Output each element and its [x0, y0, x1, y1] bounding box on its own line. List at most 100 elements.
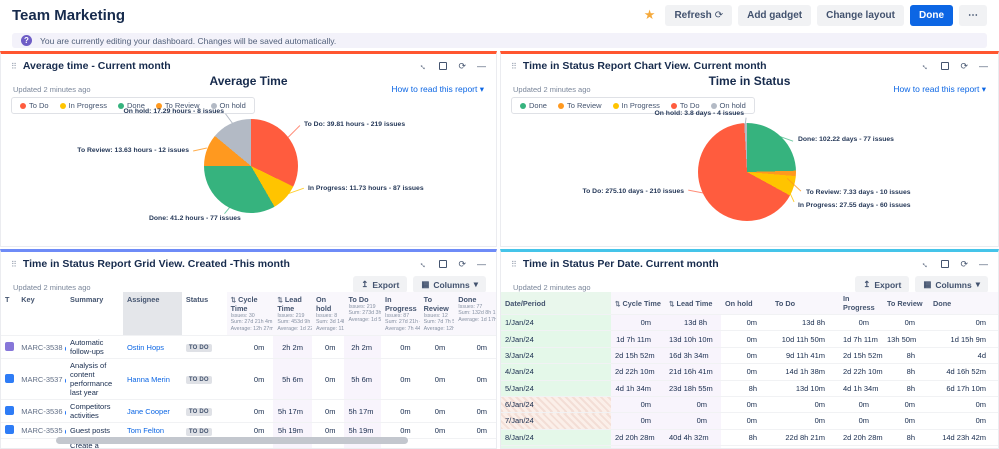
- trend-chart-icon[interactable]: [65, 407, 67, 415]
- legend-item[interactable]: Done: [520, 101, 547, 110]
- col-on-hold[interactable]: On hold: [721, 292, 771, 315]
- col-in-progress[interactable]: In Progress: [839, 292, 883, 315]
- col-status[interactable]: Status: [182, 292, 227, 336]
- refresh-button[interactable]: Refresh⟳: [665, 5, 732, 26]
- col-done[interactable]: DoneIssues: 77Sum: 132d 8h 1mAverage: 1d…: [454, 292, 496, 336]
- trend-chart-icon[interactable]: [65, 343, 67, 351]
- col-type[interactable]: T: [1, 292, 17, 336]
- collapse-icon[interactable]: ↔: [920, 60, 933, 73]
- issue-row[interactable]: MARC-3537 Analysis of content performanc…: [1, 359, 496, 400]
- gadget-refresh-icon[interactable]: ⟳: [960, 260, 968, 269]
- issue-key[interactable]: MARC-3538: [17, 336, 66, 359]
- col-in-progress[interactable]: In ProgressIssues: 87Sum: 27d 21h 4mAver…: [381, 292, 420, 336]
- gadget-refresh-icon[interactable]: ⟳: [458, 260, 466, 269]
- gadget-refresh-icon[interactable]: ⟳: [960, 62, 968, 71]
- sort-icon[interactable]: ⇅: [277, 297, 282, 304]
- drag-handle-icon[interactable]: ⠿: [511, 62, 517, 71]
- sort-icon[interactable]: ⇅: [669, 301, 674, 308]
- date-row[interactable]: 9/Jan/24 3d 1h 55m 55d 10h 43m 8h 34d 12…: [501, 446, 998, 449]
- col-lead-time[interactable]: ⇅ Lead TimeIssues: 219Sum: 453d 9h 27mAv…: [273, 292, 312, 336]
- trend-chart-icon[interactable]: [65, 426, 67, 434]
- collapse-icon[interactable]: ↔: [418, 60, 431, 73]
- gadget-grid-view: ⠿ Time in Status Report Grid View. Creat…: [0, 249, 497, 449]
- export-label: Export: [874, 280, 901, 290]
- issue-key[interactable]: MARC-3537: [17, 359, 66, 400]
- date-row[interactable]: 6/Jan/24 0m 0m 0m 0m 0m 0m 0m: [501, 396, 998, 412]
- col-done[interactable]: Done: [929, 292, 998, 315]
- gadget-refresh-icon[interactable]: ⟳: [458, 62, 466, 71]
- assignee-link[interactable]: Jane Cooper: [127, 407, 170, 416]
- date-row[interactable]: 8/Jan/24 2d 20h 28m 40d 4h 32m 8h 22d 8h…: [501, 429, 998, 445]
- drag-handle-icon[interactable]: ⠿: [511, 260, 517, 269]
- collapse-icon[interactable]: ↔: [920, 258, 933, 271]
- export-button[interactable]: ↥Export: [353, 276, 407, 293]
- trend-chart-icon[interactable]: [65, 375, 67, 383]
- legend-item[interactable]: To Do: [671, 101, 700, 110]
- fullscreen-icon[interactable]: [941, 260, 949, 268]
- average-time-pie-chart[interactable]: [204, 119, 298, 213]
- col-key[interactable]: Key: [17, 292, 66, 336]
- legend-item[interactable]: To Do: [20, 101, 49, 110]
- horizontal-scrollbar[interactable]: [56, 437, 408, 444]
- sort-icon[interactable]: ⇅: [615, 301, 620, 308]
- col-lead-time[interactable]: ⇅ Lead Time: [665, 292, 721, 315]
- favorite-star-icon[interactable]: ★: [644, 7, 656, 23]
- chevron-down-icon: ▾: [976, 279, 980, 290]
- status-badge: TO DO: [186, 344, 212, 352]
- issue-row[interactable]: MARC-3536 Competitors activities Jane Co…: [1, 400, 496, 423]
- col-cycle-time[interactable]: ⇅ Cycle TimeIssues: 30Sum: 27d 21h 4mAve…: [227, 292, 274, 336]
- issue-row[interactable]: MARC-3538 Automatic follow-ups Ostin Hop…: [1, 336, 496, 359]
- date-row[interactable]: 5/Jan/24 4d 1h 34m 23d 18h 55m 8h 13d 10…: [501, 380, 998, 396]
- columns-button[interactable]: ▦Columns▾: [413, 276, 486, 293]
- issue-summary: Competitors activities: [66, 400, 123, 423]
- col-to-review[interactable]: To Review: [883, 292, 929, 315]
- assignee-link[interactable]: Hanna Merin: [127, 375, 170, 384]
- col-date-period[interactable]: Date/Period: [501, 292, 611, 315]
- date-cell: 2/Jan/24: [501, 331, 611, 347]
- perdate-table-wrapper: Date/Period ⇅ Cycle Time ⇅ Lead Time On …: [501, 292, 998, 448]
- chart-title: Time in Status: [501, 74, 998, 88]
- gadget-menu-icon[interactable]: —: [477, 260, 486, 269]
- time-in-status-pie-chart[interactable]: [698, 123, 796, 221]
- columns-button[interactable]: ▦Columns▾: [915, 276, 988, 293]
- date-row[interactable]: 7/Jan/24 0m 0m 0m 0m 0m 0m 0m: [501, 413, 998, 429]
- legend-item[interactable]: To Review: [558, 101, 602, 110]
- gadget-menu-icon[interactable]: —: [979, 260, 988, 269]
- date-row[interactable]: 3/Jan/24 2d 15h 52m 16d 3h 34m 0m 9d 11h…: [501, 347, 998, 363]
- drag-handle-icon[interactable]: ⠿: [11, 260, 17, 269]
- more-button[interactable]: ⋯: [959, 5, 987, 26]
- topbar-actions: ★ Refresh⟳ Add gadget Change layout Done…: [644, 5, 987, 26]
- assignee-link[interactable]: Tom Felton: [127, 426, 164, 435]
- col-cycle-time[interactable]: ⇅ Cycle Time: [611, 292, 665, 315]
- date-row[interactable]: 2/Jan/24 1d 7h 11m 13d 10h 10m 0m 10d 11…: [501, 331, 998, 347]
- fullscreen-icon[interactable]: [439, 260, 447, 268]
- pie-label-inprogress: In Progress: 11.73 hours - 87 issues: [308, 185, 424, 192]
- col-assignee[interactable]: Assignee: [123, 292, 182, 336]
- legend-item[interactable]: On hold: [711, 101, 746, 110]
- gadget-menu-icon[interactable]: —: [979, 62, 988, 71]
- col-summary[interactable]: Summary: [66, 292, 123, 336]
- change-layout-button[interactable]: Change layout: [817, 5, 904, 26]
- fullscreen-icon[interactable]: [941, 62, 949, 70]
- assignee-link[interactable]: Ostin Hops: [127, 343, 164, 352]
- fullscreen-icon[interactable]: [439, 62, 447, 70]
- sort-icon[interactable]: ⇅: [231, 297, 236, 304]
- drag-handle-icon[interactable]: ⠿: [11, 62, 17, 71]
- collapse-icon[interactable]: ↔: [418, 258, 431, 271]
- date-row[interactable]: 1/Jan/24 0m 13d 8h 0m 13d 8h 0m 0m 0m: [501, 315, 998, 331]
- add-gadget-button[interactable]: Add gadget: [738, 5, 811, 26]
- updated-label: Updated 2 minutes ago: [513, 283, 591, 292]
- banner-text: You are currently editing your dashboard…: [40, 36, 336, 46]
- export-icon: ↥: [863, 279, 870, 290]
- done-button[interactable]: Done: [910, 5, 953, 26]
- date-row[interactable]: 4/Jan/24 2d 22h 10m 21d 16h 41m 0m 14d 1…: [501, 364, 998, 380]
- legend-item[interactable]: In Progress: [613, 101, 660, 110]
- col-to-review[interactable]: To ReviewIssues: 12Sum: 7d 7h 58mAverage…: [420, 292, 455, 336]
- gadget-menu-icon[interactable]: —: [477, 62, 486, 71]
- legend-label: To Do: [680, 101, 700, 110]
- col-to-do[interactable]: To Do: [771, 292, 839, 315]
- col-to-do[interactable]: To DoIssues: 219Sum: 273d 3h 8mAverage: …: [344, 292, 381, 336]
- export-button[interactable]: ↥ Export: [855, 276, 909, 293]
- issue-key[interactable]: MARC-3536: [17, 400, 66, 423]
- col-on-hold[interactable]: On holdIssues: 8Sum: 3d 14h 27mAverage: …: [312, 292, 345, 336]
